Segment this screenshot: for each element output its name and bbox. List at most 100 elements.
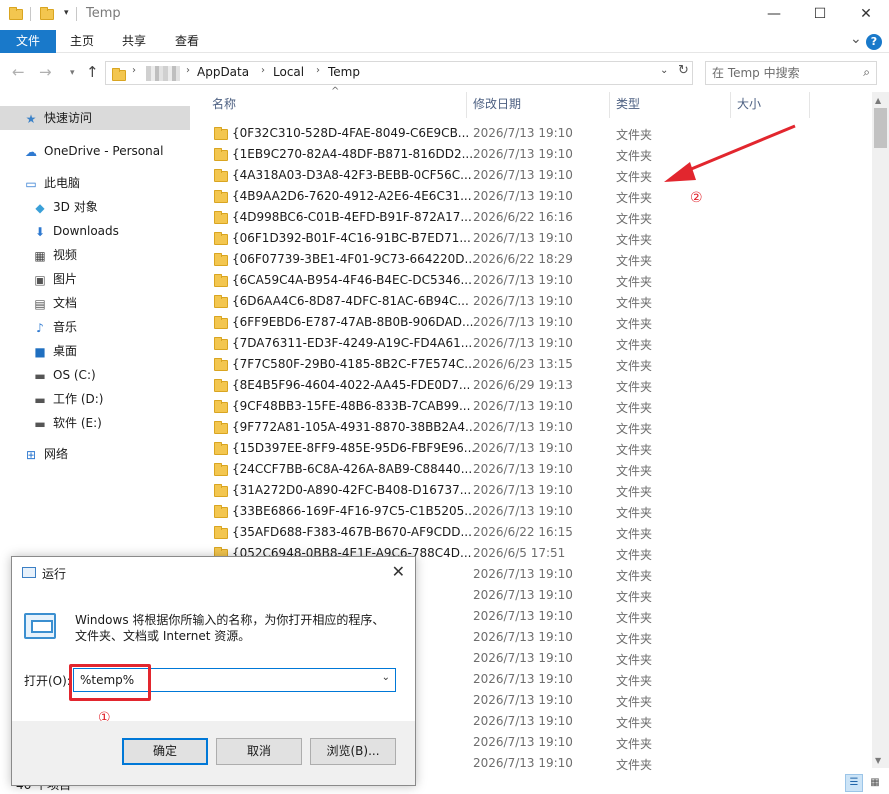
file-date: 2026/6/29 19:13 <box>473 378 573 392</box>
file-row[interactable]: {9F772A81-105A-4931-8870-38BB2A4... 2026/… <box>210 417 870 438</box>
scroll-up-icon[interactable]: ▲ <box>875 96 881 105</box>
nav-label: 快速访问 <box>44 111 93 125</box>
address-bar[interactable]: › › AppData › Local › Temp ⌄ ↻ <box>105 61 693 85</box>
file-row[interactable]: {06F07739-3BE1-4F01-9C73-664220D... 2026/… <box>210 249 870 270</box>
tab-share[interactable]: 共享 <box>114 30 154 53</box>
nav-3d-objects[interactable]: ◆ 3D 对象 <box>32 195 97 219</box>
nav-downloads[interactable]: ⬇ Downloads <box>32 219 119 243</box>
close-button[interactable]: ✕ <box>843 0 889 30</box>
breadcrumb-separator[interactable]: › <box>316 65 320 76</box>
file-row[interactable]: {4A318A03-D3A8-42F3-BEBB-0CF56C... 2026/7… <box>210 165 870 186</box>
file-row[interactable]: {15D397EE-8FF9-485E-95D6-FBF9E96... 2026/… <box>210 438 870 459</box>
file-date: 2026/7/13 19:10 <box>473 462 573 476</box>
column-name[interactable]: 名称 <box>212 92 236 118</box>
refresh-icon[interactable]: ↻ <box>678 63 689 78</box>
column-divider[interactable] <box>609 92 610 118</box>
nav-videos[interactable]: ▦ 视频 <box>32 243 77 267</box>
file-type: 文件夹 <box>616 254 653 268</box>
file-row[interactable]: {8E4B5F96-4604-4022-AA45-FDE0D7... 2026/6… <box>210 375 870 396</box>
forward-button[interactable]: → <box>39 63 52 81</box>
file-name: {0F32C310-528D-4FAE-8049-C6E9CB... <box>232 126 470 140</box>
column-date[interactable]: 修改日期 <box>473 92 521 118</box>
column-size[interactable]: 大小 <box>737 92 761 118</box>
recent-locations-icon[interactable]: ▾ <box>70 68 75 78</box>
breadcrumb-separator[interactable]: › <box>186 65 190 76</box>
breadcrumb-temp[interactable]: Temp <box>328 65 360 79</box>
breadcrumb-separator[interactable]: › <box>261 65 265 76</box>
nav-documents[interactable]: ▤ 文档 <box>32 291 77 315</box>
file-type: 文件夹 <box>616 527 653 541</box>
scroll-down-icon[interactable]: ▼ <box>875 756 881 765</box>
back-button[interactable]: ← <box>12 63 25 81</box>
file-row[interactable]: {24CCF7BB-6C8A-426A-8AB9-C88440... 2026/7… <box>210 459 870 480</box>
search-box[interactable]: ⌕ <box>705 61 877 85</box>
search-icon[interactable]: ⌕ <box>863 65 870 80</box>
breadcrumb-appdata[interactable]: AppData <box>197 65 249 79</box>
run-dialog-close-button[interactable]: ✕ <box>392 562 405 581</box>
file-row[interactable]: {35AFD688-F383-467B-B670-AF9CDD... 2026/6… <box>210 522 870 543</box>
nav-desktop[interactable]: ■ 桌面 <box>32 339 77 363</box>
quick-access-dropdown-icon[interactable]: ▾ <box>64 8 69 18</box>
tab-file[interactable]: 文件 <box>0 30 56 53</box>
file-row[interactable]: {7F7C580F-29B0-4185-8B2C-F7E574C... 2026/… <box>210 354 870 375</box>
address-dropdown-icon[interactable]: ⌄ <box>660 65 668 76</box>
quick-access-folder-icon[interactable] <box>40 6 54 20</box>
file-row[interactable]: {6FF9EBD6-E787-47AB-8B0B-906DAD... 2026/7… <box>210 312 870 333</box>
run-dialog-titlebar: 运行 ✕ <box>12 557 415 589</box>
file-row[interactable]: {33BE6866-169F-4F16-97C5-C1B5205... 2026/… <box>210 501 870 522</box>
breadcrumb-separator[interactable]: › <box>132 65 136 76</box>
column-divider[interactable] <box>730 92 731 118</box>
file-row[interactable]: {4D998BC6-C01B-4EFD-B91F-872A17... 2026/6… <box>210 207 870 228</box>
file-row[interactable]: {7DA76311-ED3F-4249-A19C-FD4A61... 2026/7… <box>210 333 870 354</box>
browse-button[interactable]: 浏览(B)... <box>310 738 396 765</box>
scroll-thumb[interactable] <box>874 108 887 148</box>
up-button[interactable]: ↑ <box>86 63 99 81</box>
search-input[interactable] <box>712 65 852 81</box>
file-row[interactable]: {0F32C310-528D-4FAE-8049-C6E9CB... 2026/7… <box>210 123 870 144</box>
help-icon[interactable]: ? <box>866 34 882 50</box>
column-divider[interactable] <box>809 92 810 118</box>
nav-drive-d[interactable]: ▬ 工作 (D:) <box>32 387 103 411</box>
nav-this-pc[interactable]: ▭ 此电脑 <box>23 171 80 195</box>
nav-network[interactable]: ⊞ 网络 <box>23 442 68 466</box>
file-type: 文件夹 <box>616 548 653 562</box>
file-date: 2026/7/13 19:10 <box>473 735 573 749</box>
breadcrumb-local[interactable]: Local <box>273 65 304 79</box>
minimize-button[interactable]: — <box>751 0 797 30</box>
file-row[interactable]: {6D6AA4C6-8D87-4DFC-81AC-6B94C... 2026/7/… <box>210 291 870 312</box>
file-date: 2026/7/13 19:10 <box>473 399 573 413</box>
nav-music[interactable]: ♪ 音乐 <box>32 315 77 339</box>
file-row[interactable]: {06F1D392-B01F-4C16-91BC-B7ED71... 2026/7… <box>210 228 870 249</box>
nav-pictures[interactable]: ▣ 图片 <box>32 267 77 291</box>
file-row[interactable]: {9CF48BB3-15FE-48B6-833B-7CAB99... 2026/7… <box>210 396 870 417</box>
cancel-button[interactable]: 取消 <box>216 738 302 765</box>
file-date: 2026/7/13 19:10 <box>473 756 573 770</box>
nav-drive-e[interactable]: ▬ 软件 (E:) <box>32 411 101 435</box>
file-row[interactable]: {6CA59C4A-B954-4F46-B4EC-DC5346... 2026/7… <box>210 270 870 291</box>
file-type: 文件夹 <box>616 401 653 415</box>
vertical-scrollbar[interactable]: ▲ ▼ <box>872 92 889 768</box>
file-row[interactable]: {31A272D0-A890-42FC-B408-D16737... 2026/7… <box>210 480 870 501</box>
ok-button[interactable]: 确定 <box>122 738 208 765</box>
folder-icon <box>9 6 23 20</box>
run-dialog: 运行 ✕ Windows 将根据你所输入的名称，为你打开相应的程序、文件夹、文档… <box>11 556 416 786</box>
maximize-button[interactable]: ☐ <box>797 0 843 30</box>
chevron-down-icon[interactable]: ⌄ <box>382 672 390 683</box>
file-type: 文件夹 <box>616 422 653 436</box>
nav-onedrive[interactable]: ☁ OneDrive - Personal <box>23 139 163 163</box>
file-row[interactable]: {1EB9C270-82A4-48DF-B871-816DD2... 2026/7… <box>210 144 870 165</box>
tab-home[interactable]: 主页 <box>62 30 102 53</box>
tab-view[interactable]: 查看 <box>167 30 207 53</box>
large-icons-view-icon[interactable]: ▦ <box>866 774 884 792</box>
file-date: 2026/7/13 19:10 <box>473 420 573 434</box>
column-type[interactable]: 类型 <box>616 92 640 118</box>
nav-quick-access[interactable]: ★ 快速访问 <box>0 106 190 130</box>
separator <box>76 7 77 21</box>
file-row[interactable]: {4B9AA2D6-7620-4912-A2E6-4E6C31... 2026/7… <box>210 186 870 207</box>
details-view-icon[interactable]: ☰ <box>845 774 863 792</box>
nav-label: 音乐 <box>53 320 78 334</box>
column-divider[interactable] <box>466 92 467 118</box>
ribbon-collapse-icon[interactable]: ⌄ <box>850 31 862 47</box>
nav-label: 文档 <box>53 296 78 310</box>
nav-drive-c[interactable]: ▬ OS (C:) <box>32 363 95 387</box>
